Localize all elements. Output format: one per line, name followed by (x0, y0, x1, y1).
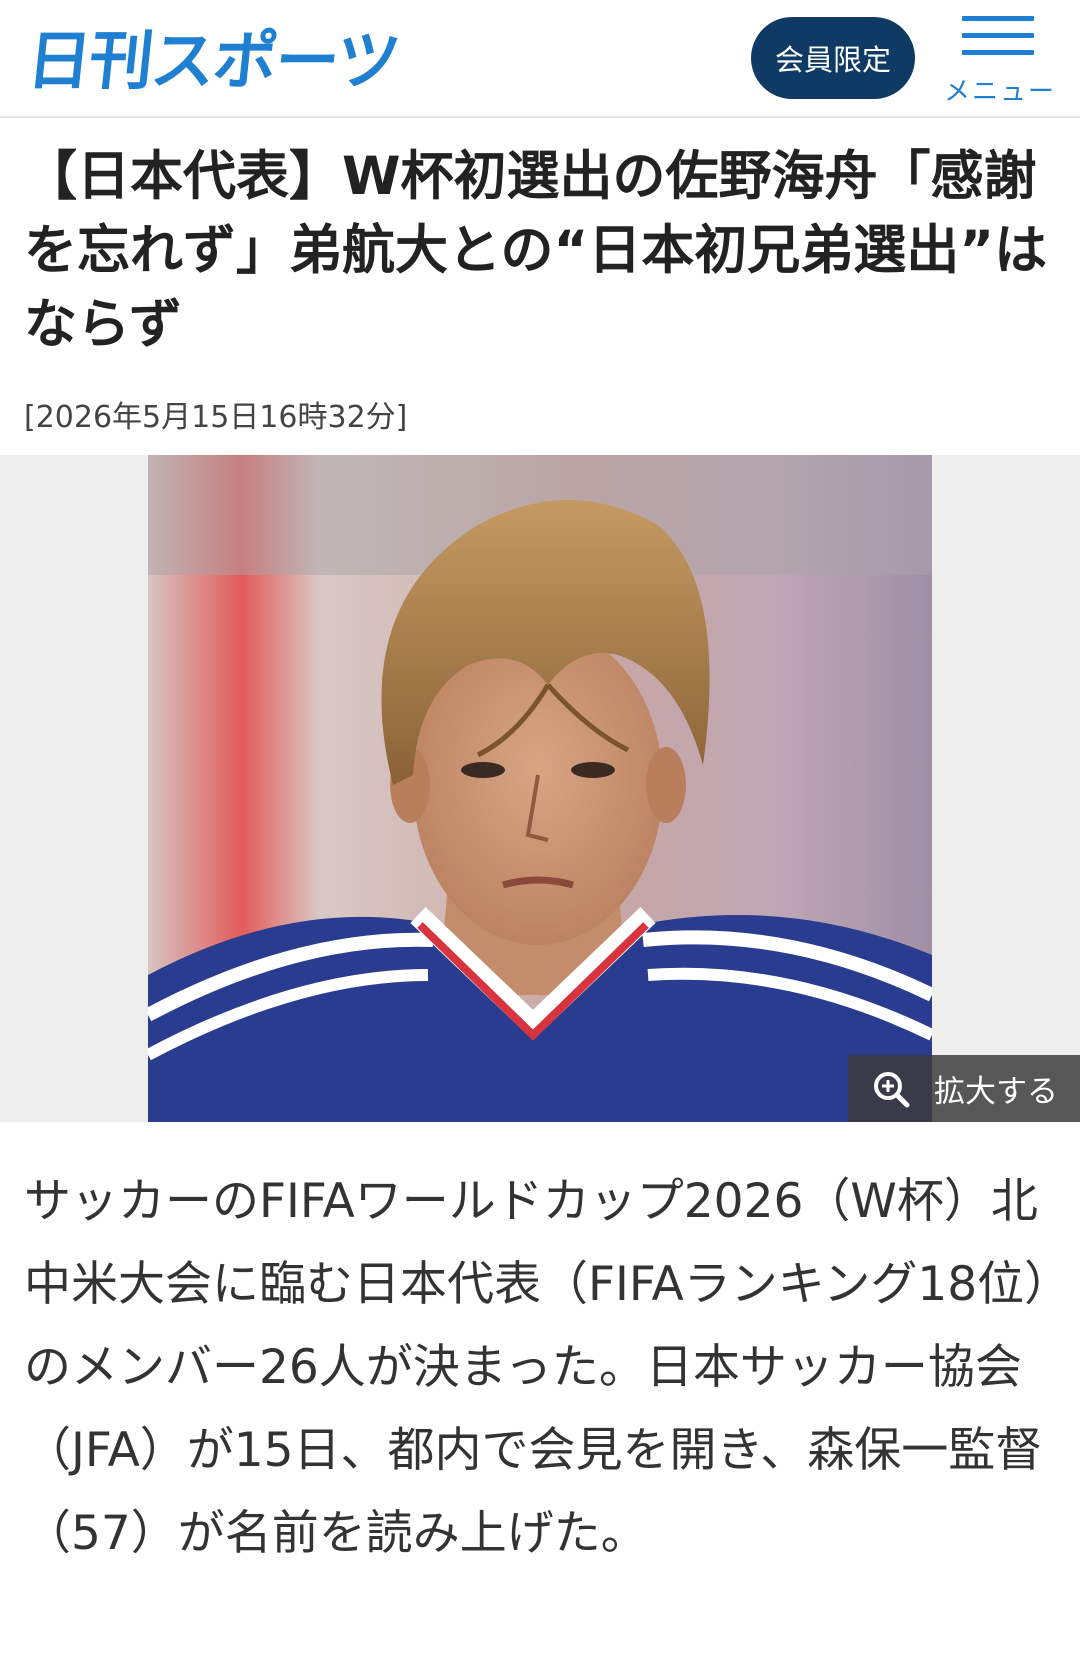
article-timestamp: [2026年5月15日16時32分] (24, 400, 408, 435)
zoom-label: 拡大する (934, 1074, 1058, 1110)
menu-label: メニュー (944, 77, 1057, 107)
article-body: サッカーのFIFAワールドカップ2026（W杯）北中米大会に臨む日本代表（FIF… (24, 1174, 1048, 1561)
zoom-button[interactable]: 拡大する (848, 1055, 1080, 1122)
zoom-in-icon (848, 1055, 934, 1122)
site-header: 日刊スポーツ 会員限定 メニュー (0, 0, 1080, 118)
site-logo[interactable]: 日刊スポーツ (23, 20, 402, 99)
article-photo[interactable] (148, 455, 932, 1122)
menu-button[interactable]: メニュー (944, 16, 1057, 107)
article-title: 【日本代表】W杯初選出の佐野海舟「感謝を忘れず」弟航大との“日本初兄弟選出”はな… (24, 146, 1048, 355)
player-portrait (148, 455, 932, 1122)
members-only-button[interactable]: 会員限定 (751, 17, 915, 99)
